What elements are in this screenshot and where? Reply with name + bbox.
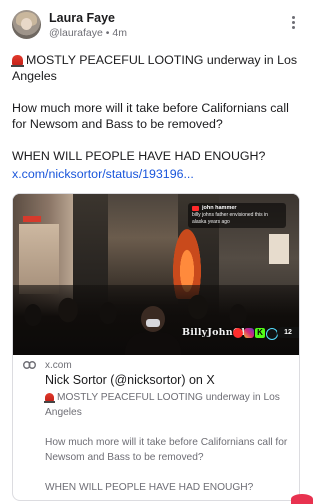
card-description: MOSTLY PEACEFUL LOOTING underway in Los …: [44, 390, 295, 500]
floating-action-button-edge[interactable]: [291, 494, 313, 504]
police-light-icon: [44, 393, 55, 403]
link-preview-card[interactable]: john hammer billy johns father envisione…: [12, 193, 300, 501]
card-title[interactable]: Nick Sortor (@nicksortor) on X: [45, 373, 215, 387]
post-line-2: How much more will it take before Califo…: [12, 101, 289, 131]
avatar[interactable]: [12, 10, 41, 39]
youtube-icon: [233, 328, 243, 338]
watermark-social-icons: K: [233, 328, 279, 340]
post-line-3: WHEN WILL PEOPLE HAVE HAD ENOUGH?: [12, 149, 266, 163]
meta-separator: •: [105, 27, 110, 39]
kebab-icon[interactable]: [291, 16, 295, 32]
card-desc-paragraph: MOSTLY PEACEFUL LOOTING underway in Los …: [44, 390, 295, 420]
overlay-text-1: billy johns father envisioned this in: [192, 212, 268, 218]
police-light-icon: [11, 55, 24, 67]
card-desc-3: WHEN WILL PEOPLE HAVE HAD ENOUGH?: [45, 482, 254, 493]
video-comment-overlay: john hammer billy johns father envisione…: [188, 203, 286, 228]
overlay-text-2: alaska years ago: [192, 219, 230, 225]
post-paragraph: How much more will it take before Califo…: [12, 100, 302, 132]
card-desc-1: MOSTLY PEACEFUL LOOTING underway in Los …: [45, 392, 280, 418]
kick-icon: K: [255, 328, 265, 338]
link-icon: [23, 361, 36, 369]
post-line-1: MOSTLY PEACEFUL LOOTING underway in Los …: [12, 53, 298, 83]
youtube-icon: [192, 205, 199, 211]
instagram-icon: [244, 328, 254, 338]
card-desc-2: How much more will it take before Califo…: [45, 437, 288, 463]
post-link[interactable]: x.com/nicksortor/status/193196...: [12, 167, 194, 181]
card-desc-paragraph: WHEN WILL PEOPLE HAVE HAD ENOUGH?: [45, 480, 295, 495]
post-paragraph: WHEN WILL PEOPLE HAVE HAD ENOUGH?: [12, 148, 302, 164]
post-text: MOSTLY PEACEFUL LOOTING underway in Los …: [11, 52, 302, 180]
author-name[interactable]: Laura Faye: [49, 11, 115, 25]
card-desc-paragraph: How much more will it take before Califo…: [45, 435, 295, 465]
video-badge: 12: [277, 327, 299, 338]
card-domain: x.com: [45, 360, 72, 371]
tiktok-icon: [266, 328, 278, 340]
overlay-username: john hammer: [202, 205, 237, 211]
author-meta: @laurafaye • 4m: [49, 27, 127, 39]
post-time[interactable]: 4m: [112, 27, 127, 39]
video-thumbnail[interactable]: john hammer billy johns father envisione…: [13, 194, 299, 355]
post-paragraph: MOSTLY PEACEFUL LOOTING underway in Los …: [11, 52, 302, 84]
author-handle[interactable]: @laurafaye: [49, 27, 103, 39]
